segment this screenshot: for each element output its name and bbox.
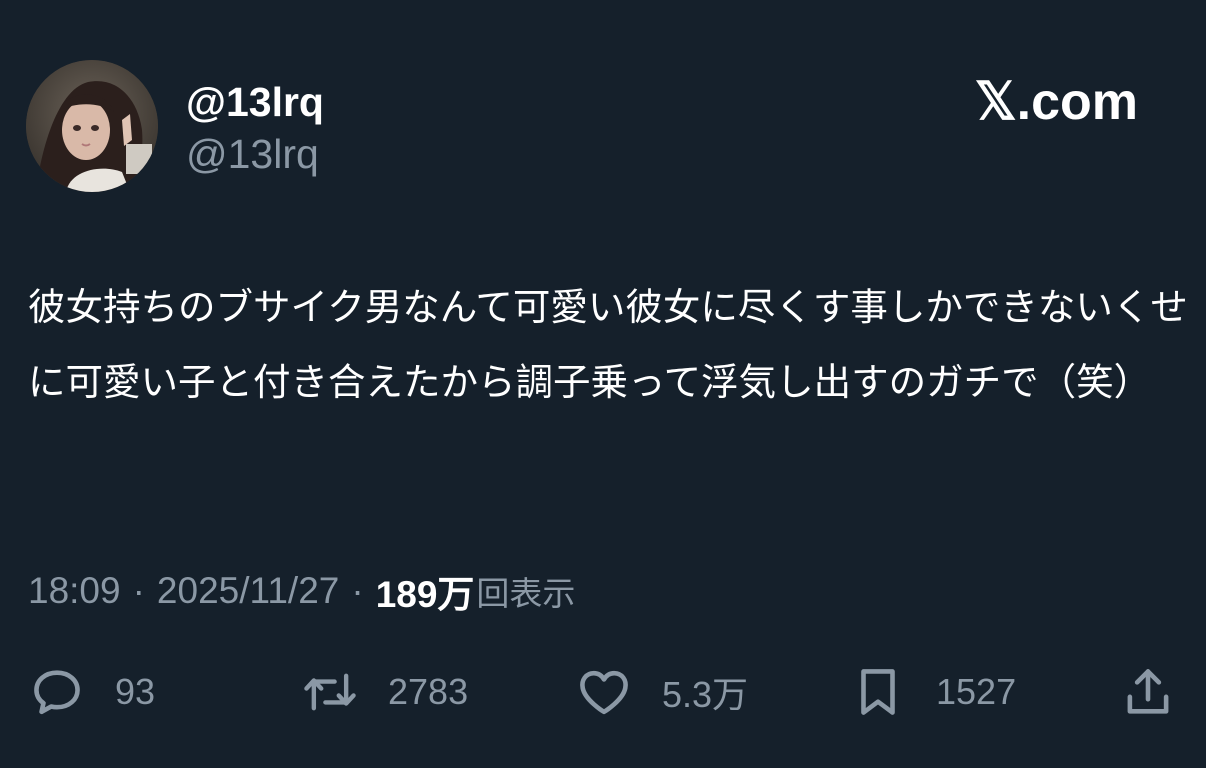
like-button[interactable]: 5.3万 [574,660,748,724]
reply-button[interactable]: 93 [27,660,155,724]
heart-icon [574,662,634,722]
avatar-image [26,60,158,192]
brand-logo: 𝕏.com [974,73,1138,131]
views-label: 回表示 [476,574,576,613]
tweet-meta: 18:09 · 2025/11/27 · 189万 回表示 [28,566,575,616]
tweet-date[interactable]: 2025/11/27 [157,570,339,612]
author-display-name[interactable]: @13lrq [186,78,324,126]
meta-separator: · [351,570,364,611]
bookmark-icon [848,662,908,722]
reply-icon [27,662,87,722]
share-icon [1118,662,1178,722]
retweet-icon [300,662,360,722]
action-bar: 93 2783 5.3万 1527 [0,660,1206,724]
bookmark-button[interactable]: 1527 [848,660,1016,724]
reply-count: 93 [115,671,156,712]
author-handle[interactable]: @13lrq [186,130,319,178]
retweet-button[interactable]: 2783 [300,660,468,724]
tweet-card: @13lrq @13lrq 𝕏.com 彼女持ちのブサイク男なんて可愛い彼女に尽… [0,0,1206,768]
tweet-time[interactable]: 18:09 [28,570,121,612]
share-button[interactable] [1118,660,1178,724]
views-count[interactable]: 189万 [376,564,475,618]
avatar[interactable] [26,60,158,192]
retweet-count: 2783 [388,671,469,712]
tweet-text: 彼女持ちのブサイク男なんて可愛い彼女に尽くす事しかできないくせに可愛い子と付き合… [28,285,1188,404]
like-count: 5.3万 [662,674,749,715]
meta-separator: · [132,570,145,611]
bookmark-count: 1527 [936,671,1017,712]
